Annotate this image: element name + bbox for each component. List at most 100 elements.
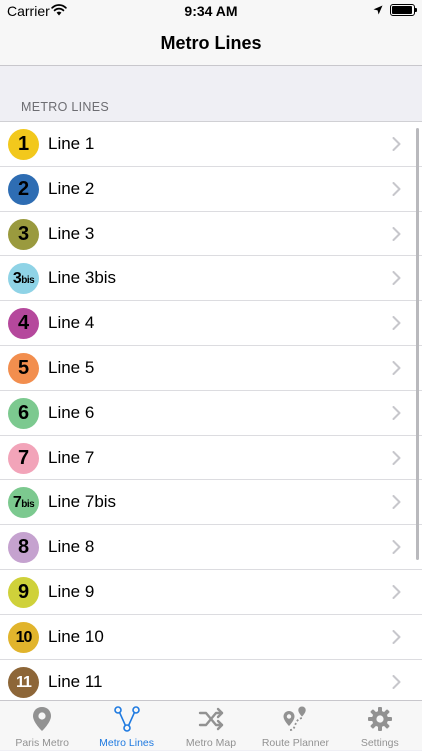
tab-metro-map[interactable]: Metro Map xyxy=(169,701,253,751)
battery-icon xyxy=(390,4,415,16)
list-item[interactable]: 7 Line 7 xyxy=(0,435,422,481)
line-badge-number: 2 xyxy=(8,174,39,205)
list-item[interactable]: 6 Line 6 xyxy=(0,390,422,436)
chevron-right-icon xyxy=(392,584,401,599)
line-number: 3 xyxy=(17,222,30,245)
line-badge: 2 xyxy=(8,173,39,205)
line-label: Line 3bis xyxy=(48,268,117,288)
section-header: METRO LINES xyxy=(21,100,110,114)
chevron-right-icon xyxy=(392,271,401,286)
line-suffix: bis xyxy=(21,499,35,511)
list-item[interactable]: 5 Line 5 xyxy=(0,345,422,391)
line-badge: 3bis xyxy=(8,263,39,295)
list-item[interactable]: 9 Line 9 xyxy=(0,569,422,615)
line-badge-number: 6 xyxy=(8,398,39,429)
line-number: 1 xyxy=(17,133,30,155)
line-label: Line 6 xyxy=(48,402,95,422)
tab-paris-metro[interactable]: Paris Metro xyxy=(0,701,84,751)
line-number: 7 xyxy=(12,494,22,512)
list-item[interactable]: 3 Line 3 xyxy=(0,211,422,257)
tab-settings[interactable]: Settings xyxy=(338,701,422,751)
line-badge-number: 3 xyxy=(8,219,39,250)
chevron-right-icon xyxy=(392,629,401,644)
chevron-right-icon xyxy=(392,226,401,241)
navigation-bar: Metro Lines xyxy=(0,22,422,66)
list-item[interactable]: 8 Line 8 xyxy=(0,525,422,570)
line-badge-number: 7 xyxy=(8,443,39,474)
line-badge: 6 xyxy=(8,397,39,429)
line-badge-number: 7bis xyxy=(8,487,39,518)
line-label: Line 2 xyxy=(48,178,95,198)
tab-label: Metro Lines xyxy=(99,737,155,749)
line-number: 6 xyxy=(17,401,30,424)
line-number: 2 xyxy=(17,177,30,200)
line-badge: 7 xyxy=(8,442,39,474)
line-badge: 3 xyxy=(8,218,39,250)
chevron-right-icon xyxy=(392,137,401,151)
line-number: 7 xyxy=(17,446,30,469)
list-item[interactable]: 2 Line 2 xyxy=(0,166,422,212)
chevron-right-icon xyxy=(392,495,401,510)
line-badge: 9 xyxy=(8,576,39,608)
tab-label: Route Planner xyxy=(261,737,329,749)
line-suffix: bis xyxy=(21,275,35,287)
line-number: 4 xyxy=(17,312,30,335)
tab-bar: Paris Metro Metro Lines Metro Map Route Pla… xyxy=(0,700,422,750)
status-bar: Carrier 9:34 AM xyxy=(0,0,422,22)
clock-time: 9:34 AM xyxy=(184,3,238,19)
page-title: Metro Lines xyxy=(160,33,262,53)
tab-label: Settings xyxy=(360,737,399,749)
line-badge: 4 xyxy=(8,308,39,340)
line-label: Line 3 xyxy=(48,223,95,243)
line-badge-number: 11 xyxy=(8,667,39,698)
list-item[interactable]: 1 Line 1 xyxy=(0,122,422,167)
line-badge-number: 3bis xyxy=(8,263,39,294)
chevron-right-icon xyxy=(392,316,401,331)
tab-label: Paris Metro xyxy=(15,737,70,749)
line-label: Line 7bis xyxy=(48,492,117,512)
chevron-right-icon xyxy=(392,674,401,689)
line-badge-number: 9 xyxy=(8,577,39,608)
line-badge: 1 xyxy=(8,129,39,160)
line-number: 10 xyxy=(15,628,33,646)
line-label: Line 8 xyxy=(48,537,95,557)
chevron-right-icon xyxy=(392,540,401,555)
line-number: 3 xyxy=(12,270,22,288)
line-badge-number: 8 xyxy=(8,532,39,563)
list-item[interactable]: 3bis Line 3bis xyxy=(0,256,422,302)
line-number: 11 xyxy=(16,673,32,691)
scroll-indicator[interactable] xyxy=(416,128,419,560)
metro-lines-list[interactable]: 1 Line 1 2 Line 2 3 Line 3 3bis Line 3bis 4 Line … xyxy=(0,121,422,701)
line-badge: 8 xyxy=(8,532,39,564)
location-arrow-icon xyxy=(373,5,383,15)
tab-label: Metro Map xyxy=(185,737,237,749)
line-label: Line 10 xyxy=(48,626,104,646)
list-item[interactable]: 4 Line 4 xyxy=(0,301,422,346)
line-badge: 11 xyxy=(8,666,39,698)
line-badge: 5 xyxy=(8,352,39,384)
tab-route-planner[interactable]: Route Planner xyxy=(253,701,337,751)
line-badge-number: 1 xyxy=(8,129,39,160)
tab-metro-lines[interactable]: Metro Lines xyxy=(84,701,168,751)
line-number: 9 xyxy=(17,580,30,603)
chevron-right-icon xyxy=(392,450,401,465)
chevron-right-icon xyxy=(392,181,401,196)
line-number: 8 xyxy=(17,536,30,559)
line-label: Line 7 xyxy=(48,447,95,467)
line-badge: 10 xyxy=(8,621,39,653)
chevron-right-icon xyxy=(392,360,401,375)
line-label: Line 9 xyxy=(48,581,95,601)
list-item[interactable]: 7bis Line 7bis xyxy=(0,480,422,526)
line-label: Line 5 xyxy=(48,357,95,377)
line-badge: 7bis xyxy=(8,487,39,519)
line-badge-number: 10 xyxy=(8,622,39,653)
line-label: Line 11 xyxy=(48,671,103,691)
line-badge-number: 4 xyxy=(8,308,39,339)
battery-tip xyxy=(415,8,417,12)
line-label: Line 1 xyxy=(48,134,95,153)
list-item[interactable]: 10 Line 10 xyxy=(0,614,422,660)
line-badge-number: 5 xyxy=(8,353,39,384)
chevron-right-icon xyxy=(392,405,401,420)
line-number: 5 xyxy=(17,356,30,379)
list-item[interactable]: 11 Line 11 xyxy=(0,659,422,701)
